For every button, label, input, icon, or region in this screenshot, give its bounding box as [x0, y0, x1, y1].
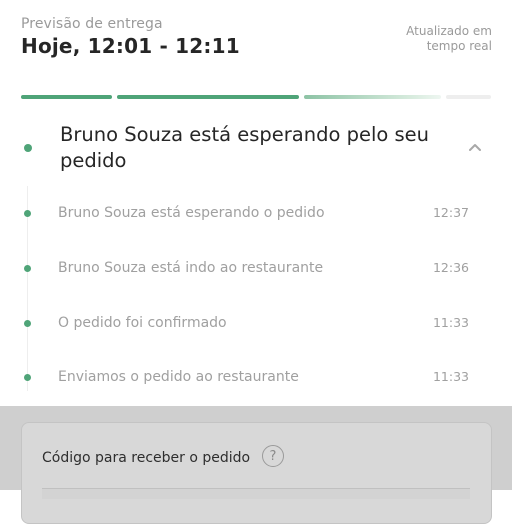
- timeline-item: Bruno Souza está indo ao restaurante 12:…: [0, 255, 512, 285]
- progress-segment-4: [446, 95, 491, 99]
- status-timeline: Bruno Souza está esperando o pedido 12:3…: [0, 186, 512, 406]
- progress-segment-3: [304, 95, 441, 99]
- timeline-item-text: Enviamos o pedido ao restaurante: [58, 369, 299, 385]
- timeline-item: O pedido foi confirmado 11:33: [0, 310, 512, 340]
- timeline-item-time: 12:36: [432, 260, 469, 275]
- status-accordion-header[interactable]: Bruno Souza está esperando pelo seu pedi…: [0, 118, 512, 178]
- progress-segment-1: [21, 95, 112, 99]
- delivery-header: Previsão de entrega Hoje, 12:01 - 12:11 …: [21, 14, 492, 74]
- realtime-note-line2: tempo real: [426, 39, 492, 53]
- timeline-item-text: O pedido foi confirmado: [58, 315, 227, 331]
- timeline-item: Bruno Souza está esperando o pedido 12:3…: [0, 200, 512, 230]
- eta-time: Hoje, 12:01 - 12:11: [21, 34, 240, 58]
- timeline-dot: [24, 374, 31, 381]
- realtime-note-line1: Atualizado em: [406, 24, 492, 38]
- timeline-item: Enviamos o pedido ao restaurante 11:33: [0, 364, 512, 394]
- realtime-note: Atualizado em tempo real: [382, 24, 492, 54]
- dimmed-overlay: Código para receber o pedido ?: [0, 406, 512, 524]
- timeline-item-time: 11:33: [432, 369, 469, 384]
- timeline-dot: [24, 320, 31, 327]
- pickup-code-card: Código para receber o pedido ?: [21, 422, 492, 524]
- status-dot: [24, 144, 32, 152]
- timeline-item-text: Bruno Souza está esperando o pedido: [58, 205, 325, 221]
- timeline-item-time: 11:33: [432, 315, 469, 330]
- progress-segment-2: [117, 95, 299, 99]
- delivery-progress-bar: [21, 95, 491, 99]
- timeline-item-time: 12:37: [432, 205, 469, 220]
- timeline-dot: [24, 265, 31, 272]
- eta-label: Previsão de entrega: [21, 16, 163, 32]
- timeline-item-text: Bruno Souza está indo ao restaurante: [58, 260, 324, 276]
- pickup-code-label: Código para receber o pedido: [42, 450, 251, 466]
- help-icon[interactable]: ?: [262, 445, 284, 467]
- chevron-up-icon[interactable]: [465, 140, 485, 154]
- status-title: Bruno Souza está esperando pelo seu pedi…: [60, 123, 430, 172]
- timeline-dot: [24, 210, 31, 217]
